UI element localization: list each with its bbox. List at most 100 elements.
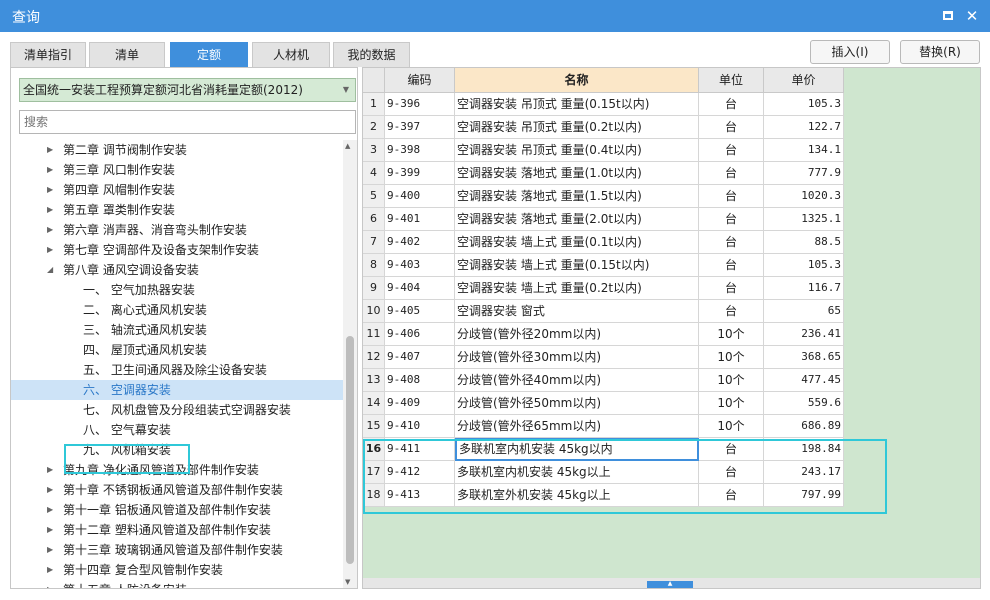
row-number[interactable]: 14 <box>363 392 385 415</box>
cell-unit[interactable]: 台 <box>699 254 764 277</box>
tree-chapter-item[interactable]: ▶ 第二章 调节阀制作安装 <box>11 140 343 160</box>
cell-unit[interactable]: 10个 <box>699 323 764 346</box>
cell-unit[interactable]: 10个 <box>699 415 764 438</box>
cell-unit[interactable]: 台 <box>699 231 764 254</box>
cell-name[interactable]: 分歧管(管外径50mm以内) <box>455 392 699 415</box>
cell-name[interactable]: 空调器安装 落地式 重量(1.0t以内) <box>455 162 699 185</box>
cell-price[interactable]: 122.7 <box>764 116 844 139</box>
cell-name[interactable]: 分歧管(管外径40mm以内) <box>455 369 699 392</box>
caret-collapsed-icon[interactable]: ▶ <box>47 240 57 260</box>
row-number[interactable]: 10 <box>363 300 385 323</box>
column-header-price[interactable]: 单价 <box>764 68 844 93</box>
tree-section-item[interactable]: 四、 屋顶式通风机安装 <box>11 340 343 360</box>
cell-price[interactable]: 88.5 <box>764 231 844 254</box>
row-number[interactable]: 9 <box>363 277 385 300</box>
replace-button[interactable]: 替换(R) <box>900 40 980 64</box>
tree-chapter-item[interactable]: ▶ 第十四章 复合型风管制作安装 <box>11 560 343 580</box>
cell-price[interactable]: 686.89 <box>764 415 844 438</box>
tab-quota[interactable]: 定额 <box>170 42 248 67</box>
close-icon[interactable]: ✕ <box>964 8 980 24</box>
caret-collapsed-icon[interactable]: ▶ <box>47 560 57 580</box>
cell-unit[interactable]: 台 <box>699 116 764 139</box>
grid-horizontal-scrollbar[interactable]: ▲ <box>363 578 980 588</box>
row-number[interactable]: 7 <box>363 231 385 254</box>
tab-bill[interactable]: 清单 <box>89 42 165 67</box>
cell-code[interactable]: 9-398 <box>385 139 455 162</box>
cell-code[interactable]: 9-406 <box>385 323 455 346</box>
cell-name[interactable]: 空调器安装 落地式 重量(2.0t以内) <box>455 208 699 231</box>
tree-section-item[interactable]: 六、 空调器安装 <box>11 380 343 400</box>
cell-name[interactable]: 空调器安装 墙上式 重量(0.15t以内) <box>455 254 699 277</box>
cell-price[interactable]: 116.7 <box>764 277 844 300</box>
caret-expanded-icon[interactable]: ◢ <box>47 260 57 280</box>
caret-collapsed-icon[interactable]: ▶ <box>47 140 57 160</box>
caret-collapsed-icon[interactable]: ▶ <box>47 200 57 220</box>
insert-button[interactable]: 插入(I) <box>810 40 890 64</box>
search-input[interactable] <box>19 110 356 134</box>
column-header-unit[interactable]: 单位 <box>699 68 764 93</box>
cell-code[interactable]: 9-400 <box>385 185 455 208</box>
cell-unit[interactable]: 10个 <box>699 346 764 369</box>
chevron-down-icon[interactable]: ▼ <box>343 79 349 101</box>
cell-code[interactable]: 9-404 <box>385 277 455 300</box>
tree-section-item[interactable]: 八、 空气幕安装 <box>11 420 343 440</box>
tree-section-item[interactable]: 一、 空气加热器安装 <box>11 280 343 300</box>
row-number[interactable]: 4 <box>363 162 385 185</box>
tree-scrollbar[interactable]: ▲ ▼ <box>343 140 357 588</box>
scroll-down-icon[interactable]: ▼ <box>345 578 350 586</box>
caret-collapsed-icon[interactable]: ▶ <box>47 160 57 180</box>
row-number[interactable]: 5 <box>363 185 385 208</box>
cell-name[interactable]: 分歧管(管外径65mm以内) <box>455 415 699 438</box>
cell-code[interactable]: 9-405 <box>385 300 455 323</box>
cell-price[interactable]: 1020.3 <box>764 185 844 208</box>
row-number[interactable]: 13 <box>363 369 385 392</box>
tree-section-item[interactable]: 五、 卫生间通风器及除尘设备安装 <box>11 360 343 380</box>
tree-chapter-item[interactable]: ▶ 第十二章 塑料通风管道及部件制作安装 <box>11 520 343 540</box>
maximize-icon[interactable] <box>940 8 956 24</box>
cell-unit[interactable]: 10个 <box>699 392 764 415</box>
row-number[interactable]: 3 <box>363 139 385 162</box>
row-number[interactable]: 12 <box>363 346 385 369</box>
caret-collapsed-icon[interactable]: ▶ <box>47 480 57 500</box>
cell-code[interactable]: 9-401 <box>385 208 455 231</box>
cell-code[interactable]: 9-408 <box>385 369 455 392</box>
row-number[interactable]: 6 <box>363 208 385 231</box>
tab-bill-guide[interactable]: 清单指引 <box>10 42 86 67</box>
caret-collapsed-icon[interactable]: ▶ <box>47 540 57 560</box>
caret-collapsed-icon[interactable]: ▶ <box>47 460 57 480</box>
row-number[interactable]: 2 <box>363 116 385 139</box>
cell-unit[interactable]: 台 <box>699 162 764 185</box>
cell-name[interactable]: 分歧管(管外径30mm以内) <box>455 346 699 369</box>
scrollbar-thumb[interactable] <box>346 336 354 564</box>
scrollbar-expand-icon[interactable]: ▲ <box>647 581 693 588</box>
cell-code[interactable]: 9-407 <box>385 346 455 369</box>
row-number[interactable]: 15 <box>363 415 385 438</box>
cell-unit[interactable]: 台 <box>699 139 764 162</box>
cell-code[interactable]: 9-402 <box>385 231 455 254</box>
tab-labor-material-machine[interactable]: 人材机 <box>252 42 330 67</box>
cell-unit[interactable]: 台 <box>699 277 764 300</box>
tree-chapter-item[interactable]: ▶ 第七章 空调部件及设备支架制作安装 <box>11 240 343 260</box>
caret-collapsed-icon[interactable]: ▶ <box>47 220 57 240</box>
cell-price[interactable]: 236.41 <box>764 323 844 346</box>
tree-chapter-item[interactable]: ▶ 第十三章 玻璃钢通风管道及部件制作安装 <box>11 540 343 560</box>
row-number[interactable]: 8 <box>363 254 385 277</box>
scroll-up-icon[interactable]: ▲ <box>345 142 350 150</box>
tree-section-item[interactable]: 七、 风机盘管及分段组装式空调器安装 <box>11 400 343 420</box>
cell-code[interactable]: 9-396 <box>385 93 455 116</box>
cell-code[interactable]: 9-397 <box>385 116 455 139</box>
cell-code[interactable]: 9-399 <box>385 162 455 185</box>
quota-library-select[interactable]: 全国统一安装工程预算定额河北省消耗量定额(2012) ▼ <box>19 78 356 102</box>
cell-code[interactable]: 9-403 <box>385 254 455 277</box>
caret-collapsed-icon[interactable]: ▶ <box>47 580 57 588</box>
cell-name[interactable]: 空调器安装 墙上式 重量(0.2t以内) <box>455 277 699 300</box>
cell-price[interactable]: 559.6 <box>764 392 844 415</box>
cell-name[interactable]: 空调器安装 窗式 <box>455 300 699 323</box>
row-number[interactable]: 1 <box>363 93 385 116</box>
tree-chapter-item[interactable]: ▶ 第十一章 铝板通风管道及部件制作安装 <box>11 500 343 520</box>
column-header-name[interactable]: 名称 <box>455 68 699 93</box>
tree-chapter-item[interactable]: ▶ 第四章 风帽制作安装 <box>11 180 343 200</box>
column-header-code[interactable]: 编码 <box>385 68 455 93</box>
tab-my-data[interactable]: 我的数据 <box>333 42 410 67</box>
tree-chapter-item[interactable]: ◢ 第八章 通风空调设备安装 <box>11 260 343 280</box>
